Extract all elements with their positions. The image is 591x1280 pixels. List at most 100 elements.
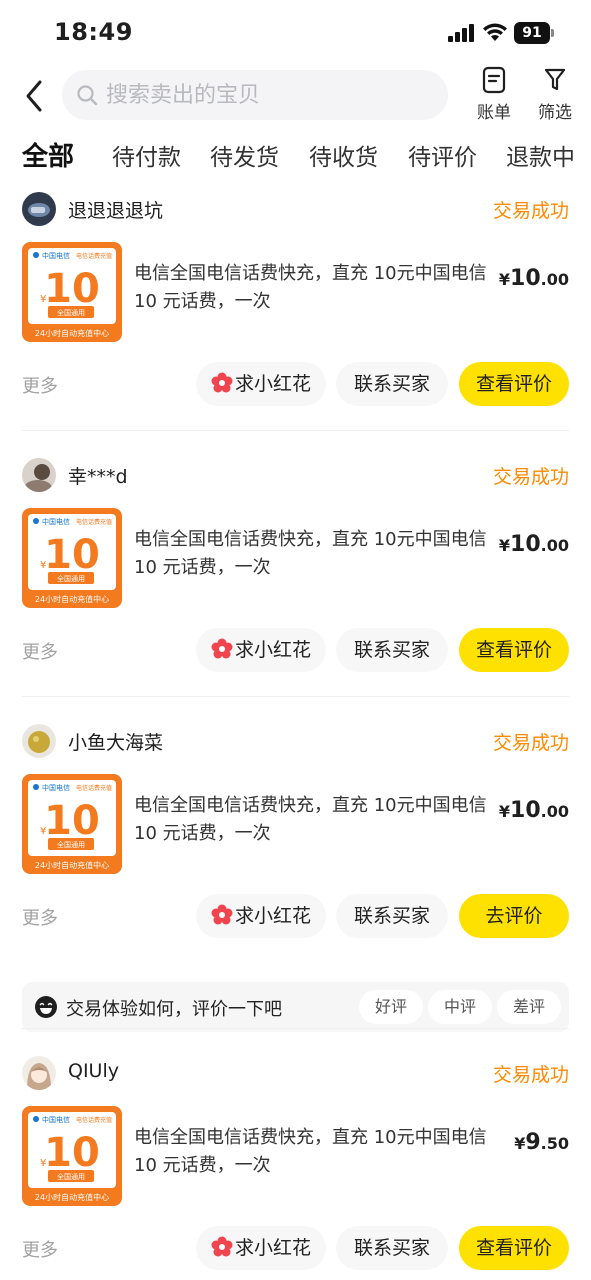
tab-label: 待付款 bbox=[112, 145, 181, 171]
product-title[interactable]: 电信全国电信话费快充，直充 10元中国电信10 元话费，一次 bbox=[134, 526, 494, 582]
order-tabs: 全部 待付款 待发货 待收货 待评价 退款中 bbox=[0, 132, 591, 176]
badge-footer: 24小时自动充值中心 bbox=[35, 328, 109, 338]
ask-flower-label: 求小红花 bbox=[234, 1237, 311, 1259]
price-decimal: .50 bbox=[540, 1134, 569, 1153]
receipt-icon bbox=[482, 66, 506, 94]
price: ¥9.50 bbox=[514, 1130, 569, 1155]
avatar[interactable] bbox=[22, 1056, 56, 1090]
avatar[interactable] bbox=[22, 458, 56, 492]
price-decimal: .00 bbox=[540, 270, 569, 289]
product-image[interactable]: 中国电信 电信话费充值 ¥ 10 全国通用 24小时自动充值中心 bbox=[22, 774, 122, 874]
status-bar: 18:49 91 bbox=[0, 0, 591, 62]
contact-buyer-button[interactable]: 联系买家 bbox=[336, 362, 448, 406]
badge-corner-text: 电信话费充值 bbox=[76, 784, 112, 792]
wifi-icon bbox=[483, 23, 507, 41]
product-image[interactable]: 中国电信 电信话费充值 ¥ 10 全国通用 24小时自动充值中心 bbox=[22, 508, 122, 608]
order-status: 交易成功 bbox=[492, 466, 569, 488]
view-review-button[interactable]: 查看评价 bbox=[459, 1226, 569, 1270]
tab-label: 全部 bbox=[22, 142, 75, 172]
ask-flower-button[interactable]: 求小红花 bbox=[196, 362, 326, 406]
badge-tag: 全国通用 bbox=[57, 840, 85, 849]
product-image[interactable]: 中国电信 电信话费充值 ¥ 10 全国通用 24小时自动充值中心 bbox=[22, 1106, 122, 1206]
price-currency: ¥ bbox=[498, 270, 511, 289]
tab-label: 待收货 bbox=[309, 145, 378, 171]
contact-buyer-button[interactable]: 联系买家 bbox=[336, 628, 448, 672]
back-button[interactable] bbox=[18, 76, 52, 116]
ask-flower-button[interactable]: 求小红花 bbox=[196, 894, 326, 938]
seller-name[interactable]: 幸***d bbox=[68, 462, 128, 489]
product-title[interactable]: 电信全国电信话费快充，直充 10元中国电信10 元话费，一次 bbox=[134, 260, 494, 316]
seller-name[interactable]: 退退退退坑 bbox=[68, 196, 163, 223]
bad-review-chip[interactable]: 差评 bbox=[497, 990, 561, 1024]
tab-pending-review[interactable]: 待评价 bbox=[408, 138, 477, 172]
cellular-signal-icon bbox=[448, 24, 474, 42]
product-title[interactable]: 电信全国电信话费快充，直充 10元中国电信10 元话费，一次 bbox=[134, 792, 494, 848]
seller-name[interactable]: QIUly bbox=[68, 1060, 119, 1082]
price: ¥10.00 bbox=[499, 798, 569, 823]
order-status: 交易成功 bbox=[492, 732, 569, 754]
battery-indicator: 91 bbox=[514, 22, 554, 44]
product-title[interactable]: 电信全国电信话费快充，直充 10元中国电信10 元话费，一次 bbox=[134, 1124, 494, 1180]
price-integer: 10 bbox=[510, 266, 541, 291]
view-review-button[interactable]: 查看评价 bbox=[459, 628, 569, 672]
ask-flower-button[interactable]: 求小红花 bbox=[196, 628, 326, 672]
telecom-brand: 中国电信 bbox=[42, 783, 70, 792]
seller-name[interactable]: 小鱼大海菜 bbox=[68, 728, 163, 755]
tab-refund[interactable]: 退款中 bbox=[506, 138, 575, 172]
tab-pending-receipt[interactable]: 待收货 bbox=[309, 138, 378, 172]
good-review-chip[interactable]: 好评 bbox=[359, 990, 423, 1024]
divider bbox=[22, 1028, 569, 1029]
price-currency: ¥ bbox=[514, 1134, 526, 1153]
avatar[interactable] bbox=[22, 724, 56, 758]
more-link[interactable]: 更多 bbox=[22, 1236, 58, 1262]
grin-face-icon bbox=[35, 996, 57, 1018]
price-decimal: .00 bbox=[540, 536, 569, 555]
chevron-left-icon bbox=[26, 80, 42, 112]
search-input[interactable] bbox=[106, 76, 436, 114]
price-decimal: .00 bbox=[540, 802, 569, 821]
filter-button[interactable]: 筛选 bbox=[525, 66, 585, 124]
search-icon bbox=[77, 85, 98, 106]
filter-label: 筛选 bbox=[538, 103, 572, 123]
price-integer: 10 bbox=[510, 532, 541, 557]
price-currency: ¥ bbox=[498, 802, 511, 821]
badge-footer: 24小时自动充值中心 bbox=[35, 594, 109, 604]
more-link[interactable]: 更多 bbox=[22, 372, 58, 398]
battery-nub bbox=[551, 29, 554, 37]
tab-pending-payment[interactable]: 待付款 bbox=[112, 138, 181, 172]
badge-amount: 10 bbox=[44, 798, 100, 844]
badge-amount: 10 bbox=[44, 1130, 100, 1176]
write-review-button[interactable]: 去评价 bbox=[459, 894, 569, 938]
review-prompt: 交易体验如何，评价一下吧 好评 中评 差评 bbox=[22, 982, 569, 1032]
search-bar[interactable] bbox=[62, 70, 448, 120]
badge-corner-text: 电信话费充值 bbox=[76, 252, 112, 260]
badge-footer: 24小时自动充值中心 bbox=[35, 860, 109, 870]
badge-tag: 全国通用 bbox=[57, 1172, 85, 1181]
avatar[interactable] bbox=[22, 192, 56, 226]
more-link[interactable]: 更多 bbox=[22, 904, 58, 930]
battery-level: 91 bbox=[514, 22, 550, 44]
price: ¥10.00 bbox=[499, 532, 569, 557]
telecom-brand: 中国电信 bbox=[42, 517, 70, 526]
badge-amount: 10 bbox=[44, 532, 100, 578]
ask-flower-button[interactable]: 求小红花 bbox=[196, 1226, 326, 1270]
badge-amount: 10 bbox=[44, 266, 100, 312]
product-image[interactable]: 中国电信 电信话费充值 ¥ 10 全国通用 24小时自动充值中心 bbox=[22, 242, 122, 342]
more-link[interactable]: 更多 bbox=[22, 638, 58, 664]
bill-label: 账单 bbox=[477, 103, 511, 123]
contact-buyer-button[interactable]: 联系买家 bbox=[336, 894, 448, 938]
badge-corner-text: 电信话费充值 bbox=[76, 1116, 112, 1124]
ask-flower-label: 求小红花 bbox=[234, 905, 311, 927]
tab-pending-shipment[interactable]: 待发货 bbox=[210, 138, 279, 172]
order-status: 交易成功 bbox=[492, 200, 569, 222]
telecom-brand: 中国电信 bbox=[42, 251, 70, 260]
contact-buyer-button[interactable]: 联系买家 bbox=[336, 1226, 448, 1270]
review-prompt-text: 交易体验如何，评价一下吧 bbox=[66, 999, 282, 1020]
tab-all[interactable]: 全部 bbox=[20, 136, 77, 173]
flower-icon bbox=[211, 904, 233, 925]
bill-button[interactable]: 账单 bbox=[464, 66, 524, 124]
view-review-button[interactable]: 查看评价 bbox=[459, 362, 569, 406]
neutral-review-chip[interactable]: 中评 bbox=[428, 990, 492, 1024]
tab-label: 待发货 bbox=[210, 145, 279, 171]
tab-label: 退款中 bbox=[506, 145, 575, 171]
